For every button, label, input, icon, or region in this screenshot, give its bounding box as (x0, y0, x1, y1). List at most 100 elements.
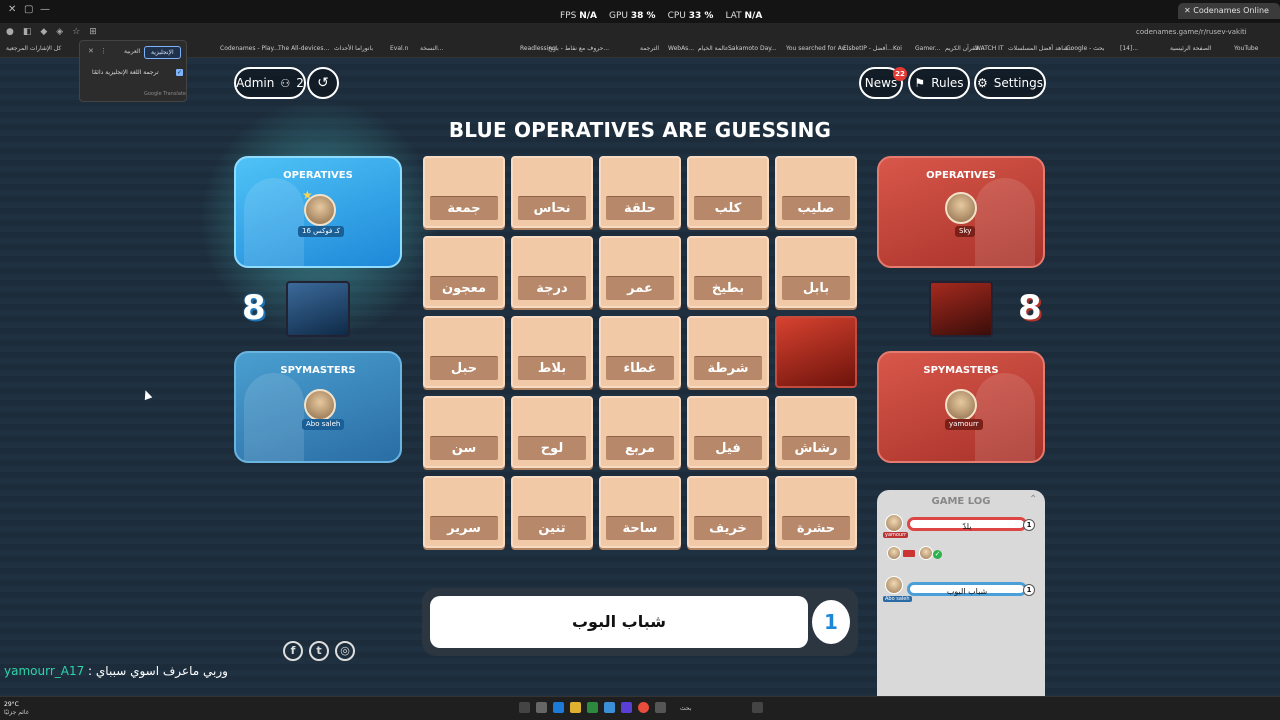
bookmark-item[interactable]: Sakamoto Day... (728, 45, 777, 52)
bookmark-item[interactable]: The All-devices... (278, 45, 329, 52)
bookmark-item[interactable]: You searched for Av... (786, 45, 850, 52)
bookmark-item[interactable]: حروف مع نقاط - بانتح... (548, 45, 609, 52)
word-card[interactable]: درجة (511, 236, 593, 308)
word-card[interactable]: غطاء (599, 316, 681, 388)
word-card[interactable]: لوح (511, 396, 593, 468)
settings-button[interactable]: ⚙ Settings (974, 67, 1046, 99)
red-spymasters-panel[interactable]: SPYMASTERS yamourr (877, 351, 1045, 463)
bookmark-item[interactable]: Google - بحث (1066, 45, 1105, 52)
bookmark-item[interactable]: Codenames - Play... (220, 45, 279, 52)
word-card[interactable]: خريف (687, 476, 769, 548)
rules-button[interactable]: ⚑ Rules (908, 67, 970, 99)
extension-icon[interactable]: ◧ (23, 27, 32, 37)
app-icon[interactable] (536, 702, 547, 713)
red-agent-card-icon (929, 281, 993, 337)
bookmark-item[interactable]: بانوراما الأحداث (334, 45, 373, 52)
word-card[interactable]: كلب (687, 156, 769, 228)
close-icon[interactable]: ✕ (88, 47, 94, 55)
gpu-value: 38 % (630, 11, 656, 21)
blue-spymasters-panel[interactable]: SPYMASTERS Abo saleh (234, 351, 402, 463)
more-options-icon[interactable]: ⋮ (100, 47, 107, 55)
extension-icon[interactable]: ◈ (56, 27, 63, 37)
panel-title: SPYMASTERS (280, 365, 356, 376)
facebook-icon[interactable]: f (283, 641, 303, 661)
bookmark-item[interactable]: النسخة... (420, 45, 443, 52)
profile-icon[interactable]: ● (6, 27, 14, 37)
word-card[interactable]: حشرة (775, 476, 857, 548)
word-card-label: معجون (430, 276, 498, 300)
bookmark-item[interactable]: Eval.n (390, 45, 408, 52)
word-card[interactable]: رشاش (775, 396, 857, 468)
bookmark-item[interactable]: ElsbetIP - أفضل... (843, 45, 893, 52)
word-card[interactable]: تنين (511, 476, 593, 548)
app-icon[interactable] (655, 702, 666, 713)
app-icon[interactable] (604, 702, 615, 713)
minimize-window-icon[interactable]: — (40, 4, 50, 15)
url-field[interactable]: codenames.game/r/rusev-vakiti (1136, 28, 1247, 36)
bookmark-item[interactable]: Gamer... (915, 45, 941, 52)
bookmark-item[interactable]: YouTube (1234, 45, 1258, 52)
avatar (885, 576, 903, 594)
blue-operatives-panel[interactable]: OPERATIVES ★ كـ فوكس 16 (234, 156, 402, 268)
word-card[interactable]: جمعة (423, 156, 505, 228)
word-card[interactable]: حلقة (599, 156, 681, 228)
extension-icon[interactable]: ◆ (40, 27, 47, 37)
bookmark-item[interactable]: WebAs... (668, 45, 694, 52)
collapse-icon[interactable]: ⌃ (1029, 494, 1037, 505)
word-card[interactable]: فيل (687, 396, 769, 468)
tab-arabic[interactable]: العربية (118, 46, 146, 57)
word-card-label: صليب (782, 196, 850, 220)
red-operatives-panel[interactable]: OPERATIVES Sky (877, 156, 1045, 268)
folder-icon[interactable] (570, 702, 581, 713)
word-card[interactable]: نحاس (511, 156, 593, 228)
word-card-label: رشاش (782, 436, 850, 460)
word-card[interactable]: سن (423, 396, 505, 468)
search-box[interactable]: بحث (680, 705, 691, 712)
word-card[interactable]: سرير (423, 476, 505, 548)
close-window-icon[interactable]: ✕ (8, 4, 16, 15)
bookmark-item[interactable]: كل الإشارات المرجعية (6, 45, 61, 52)
restore-window-icon[interactable]: ▢ (24, 4, 33, 15)
word-card[interactable]: مربع (599, 396, 681, 468)
tab-english[interactable]: الإنجليزية (144, 46, 181, 59)
reset-button[interactable]: ↺ (307, 67, 339, 99)
word-card[interactable]: ساحة (599, 476, 681, 548)
instagram-icon[interactable]: ◎ (335, 641, 355, 661)
browser-tab-codenames[interactable]: ✕ Codenames Online (1178, 3, 1280, 19)
word-card-label: مربع (606, 436, 674, 460)
word-card-label: بابل (782, 276, 850, 300)
word-card[interactable]: بطيخ (687, 236, 769, 308)
bookmark-item[interactable]: [14]... (1120, 45, 1138, 52)
word-card[interactable]: بلاط (511, 316, 593, 388)
bookmark-item[interactable]: الصفحة الرئيسية (1170, 45, 1211, 52)
word-card[interactable]: عمر (599, 236, 681, 308)
chrome-icon[interactable] (638, 702, 649, 713)
edge-icon[interactable] (553, 702, 564, 713)
word-card[interactable]: حبل (423, 316, 505, 388)
word-card[interactable]: معجون (423, 236, 505, 308)
word-card-revealed-red[interactable] (775, 316, 857, 388)
app-icon[interactable] (519, 702, 530, 713)
bookmark-item[interactable]: شاهد أفضل المسلسلات... (1008, 45, 1074, 52)
clue-word: شباب البوب (430, 596, 808, 648)
admin-button[interactable]: Admin ⚇ 2 (234, 67, 306, 99)
windows-start-icon[interactable] (752, 702, 763, 713)
star-icon[interactable]: ☆ (72, 27, 80, 37)
translate-icon[interactable]: ⊞ (89, 27, 97, 37)
word-card-label: درجة (518, 276, 586, 300)
bookmark-item[interactable]: Koi (893, 45, 902, 52)
chat-message: وربي ماعرف اسوي سبباي (95, 664, 228, 678)
always-translate-checkbox[interactable]: ✓ (176, 69, 183, 76)
word-card[interactable]: صليب (775, 156, 857, 228)
twitter-icon[interactable]: t (309, 641, 329, 661)
word-card-label: شرطة (694, 356, 762, 380)
word-card[interactable]: شرطة (687, 316, 769, 388)
always-translate-label: ترجمة اللغة الإنجليزية دائمًا (92, 69, 159, 76)
bookmark-item[interactable]: WATCH IT (975, 45, 1004, 52)
word-card[interactable]: بابل (775, 236, 857, 308)
app-icon[interactable] (621, 702, 632, 713)
bookmark-item[interactable]: الترجمة (640, 45, 659, 52)
blue-agent-card-icon (286, 281, 350, 337)
log-player: yamourr (883, 532, 909, 538)
app-icon[interactable] (587, 702, 598, 713)
